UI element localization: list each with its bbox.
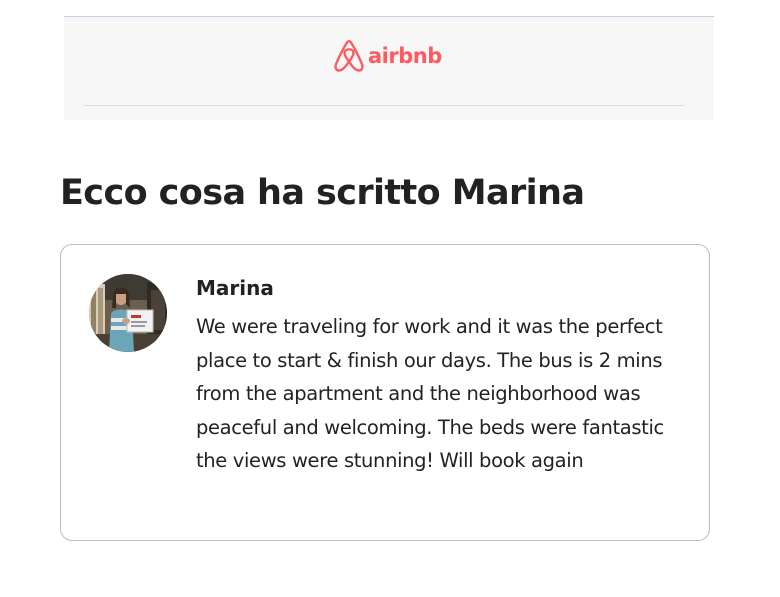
header-divider <box>84 105 684 106</box>
page-title: Ecco cosa ha scritto Marina <box>60 173 585 213</box>
review-text: We were traveling for work and it was th… <box>196 315 664 473</box>
airbnb-logo[interactable]: airbnb <box>334 39 442 73</box>
avatar-photo-icon <box>89 274 167 352</box>
airbnb-belo-icon <box>334 40 364 72</box>
reviewer-avatar[interactable] <box>89 274 167 352</box>
airbnb-logo-text: airbnb <box>368 44 442 68</box>
review-card: Marina We were traveling for work and it… <box>60 244 710 541</box>
email-header: airbnb <box>64 16 714 120</box>
reviewer-name: Marina <box>196 276 274 300</box>
